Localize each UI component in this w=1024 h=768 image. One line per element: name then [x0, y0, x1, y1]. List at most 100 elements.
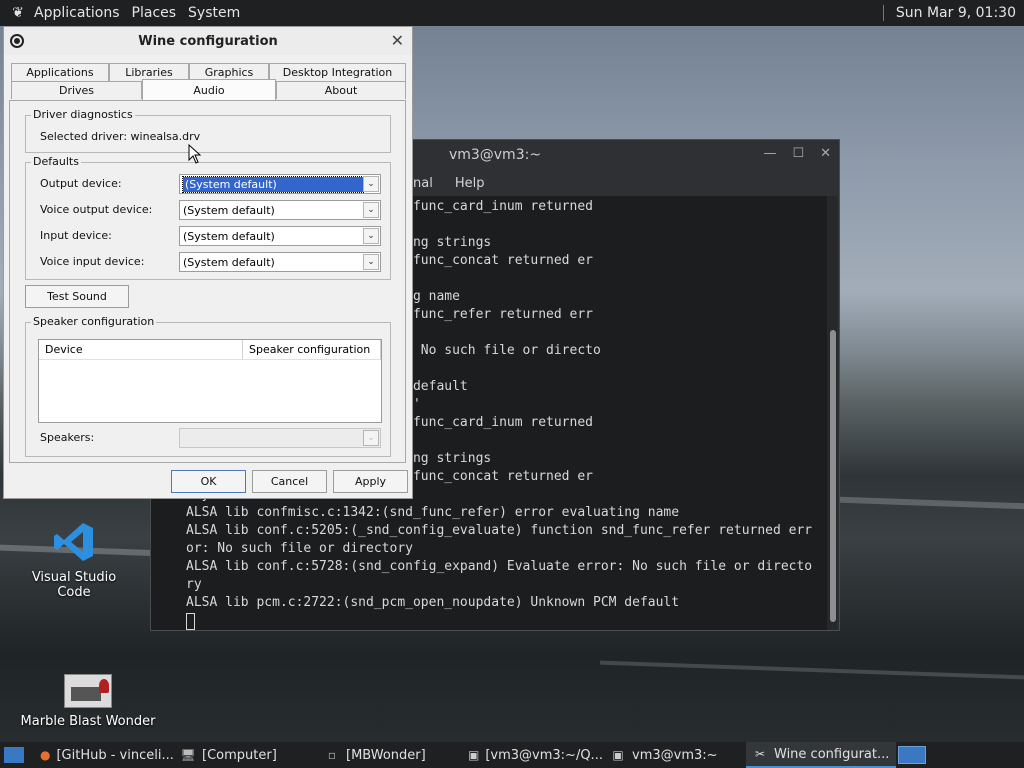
computer-icon: 🖥 [180, 748, 196, 762]
terminal-icon: ▣ [612, 748, 624, 762]
chevron-down-icon[interactable]: ⌄ [363, 228, 379, 244]
cancel-button[interactable]: Cancel [252, 470, 327, 493]
bottom-taskbar: ● [GitHub - vinceli... 🖥 [Computer] ▫ [MBWond… [0, 742, 1024, 768]
terminal-menu-help[interactable]: Help [455, 176, 485, 191]
panel-menu: ❦ Applications Places System [0, 0, 246, 26]
output-device-label: Output device: [40, 177, 122, 190]
workspace-switcher[interactable] [898, 746, 926, 764]
terminal-icon: ▣ [468, 748, 480, 762]
close-icon[interactable]: ✕ [391, 31, 404, 50]
taskbar-item-label: [MBWonder] [346, 747, 426, 763]
marble-blast-icon [64, 674, 112, 708]
taskbar-item[interactable]: ● [GitHub - vinceli... [34, 742, 174, 768]
ok-button[interactable]: OK [171, 470, 246, 493]
terminal-cursor [186, 613, 195, 630]
input-device-value: (System default) [183, 229, 275, 243]
taskbar-item[interactable]: 🖥 [Computer] [174, 742, 318, 768]
desktop-icon-vscode[interactable]: Visual Studio Code [14, 520, 134, 600]
voice-output-device-value: (System default) [183, 203, 275, 217]
mouse-pointer-icon [188, 144, 202, 164]
tab-drives[interactable]: Drives [11, 81, 142, 99]
input-device-label: Input device: [40, 229, 112, 242]
tab-desktop-integration[interactable]: Desktop Integration [269, 63, 406, 81]
input-device-select[interactable]: (System default) ⌄ [179, 226, 381, 246]
desktop-icon [4, 747, 24, 763]
voice-input-device-select[interactable]: (System default) ⌄ [179, 252, 381, 272]
terminal-line: or: No such file or directory [186, 541, 413, 556]
taskbar-item-label: [GitHub - vinceli... [56, 747, 174, 763]
apply-button[interactable]: Apply [333, 470, 408, 493]
desktop-icon-marble-blast[interactable]: Marble Blast Wonder [20, 674, 156, 729]
close-icon[interactable]: ✕ [820, 146, 831, 161]
taskbar-item-label: Wine configurat... [774, 746, 890, 762]
desktop-icon-label: Visual Studio Code [31, 570, 117, 600]
top-panel: ❦ Applications Places System Sun Mar 9, … [0, 0, 1024, 26]
terminal-line: ALSA lib confmisc.c:1342:(snd_func_refer… [186, 505, 680, 520]
wine-app-icon [10, 34, 24, 48]
app-icon: ▫ [327, 748, 337, 762]
driver-diagnostics-group: Driver diagnostics Selected driver: wine… [25, 108, 391, 153]
terminal-menu-terminal[interactable]: nal [413, 176, 433, 191]
task-list: ● [GitHub - vinceli... 🖥 [Computer] ▫ [MBWond… [34, 742, 896, 768]
chevron-down-icon[interactable]: ⌄ [363, 202, 379, 218]
terminal-line: ALSA lib pcm.c:2722:(snd_pcm_open_noupda… [186, 595, 680, 610]
speakers-select[interactable]: ⌄ [179, 428, 381, 448]
minimize-icon[interactable]: — [763, 146, 776, 161]
group-legend: Defaults [31, 155, 81, 168]
taskbar-item-label: [Computer] [202, 747, 277, 763]
speaker-device-list[interactable]: Device Speaker configuration [38, 339, 382, 423]
panel-right: Sun Mar 9, 01:30 [871, 0, 1024, 26]
wine-config-window[interactable]: Wine configuration ✕ Applications Librar… [3, 26, 413, 499]
voice-output-device-label: Voice output device: [40, 203, 153, 216]
places-menu[interactable]: Places [126, 5, 183, 21]
taskbar-item-label: vm3@vm3:~ [632, 747, 718, 763]
voice-output-device-select[interactable]: (System default) ⌄ [179, 200, 381, 220]
group-legend: Driver diagnostics [31, 108, 135, 121]
show-desktop-button[interactable] [0, 742, 34, 768]
selected-driver-text: Selected driver: winealsa.drv [40, 130, 201, 143]
clock[interactable]: Sun Mar 9, 01:30 [896, 5, 1024, 21]
terminal-title: vm3@vm3:~ [448, 147, 542, 163]
firefox-icon: ● [40, 748, 51, 762]
maximize-icon[interactable]: ☐ [792, 146, 804, 161]
tab-applications[interactable]: Applications [11, 63, 109, 81]
wine-titlebar[interactable]: Wine configuration ✕ [4, 27, 412, 55]
terminal-line: ALSA lib conf.c:5205:(_snd_config_evalua… [186, 523, 813, 538]
column-header-device[interactable]: Device [39, 340, 243, 359]
terminal-scrollbar-thumb[interactable] [830, 330, 836, 622]
output-device-value: (System default) [182, 175, 364, 193]
output-device-select[interactable]: (System default) ⌄ [179, 174, 381, 194]
taskbar-item[interactable]: ▫ [MBWonder] [318, 742, 462, 768]
wine-tools-icon: ✂ [754, 747, 766, 761]
system-menu[interactable]: System [182, 5, 246, 21]
vscode-icon [52, 520, 96, 564]
speakers-label: Speakers: [40, 431, 95, 444]
gnome-foot-icon[interactable]: ❦ [8, 3, 28, 23]
taskbar-item-label: [vm3@vm3:~/Q... [485, 747, 603, 763]
group-legend: Speaker configuration [31, 315, 157, 328]
desktop-streak [600, 660, 1024, 680]
terminal-window-buttons: — ☐ ✕ [763, 146, 831, 161]
defaults-group: Defaults Output device: (System default)… [25, 155, 391, 280]
chevron-down-icon: ⌄ [363, 430, 379, 446]
desktop-icon-label: Marble Blast Wonder [20, 714, 156, 729]
list-header: Device Speaker configuration [39, 340, 381, 360]
taskbar-item[interactable]: ▣ [vm3@vm3:~/Q... [462, 742, 604, 768]
terminal-line: ry [186, 577, 202, 592]
voice-input-device-label: Voice input device: [40, 255, 145, 268]
tab-about[interactable]: About [276, 81, 406, 99]
chevron-down-icon[interactable]: ⌄ [363, 254, 379, 270]
applications-menu[interactable]: Applications [28, 5, 126, 21]
wine-title: Wine configuration [138, 33, 278, 49]
taskbar-item[interactable]: ✂ Wine configurat... [746, 742, 896, 768]
desktop-streak [840, 496, 1024, 510]
column-header-speaker-config[interactable]: Speaker configuration [243, 340, 381, 359]
tab-audio[interactable]: Audio [142, 79, 276, 100]
voice-input-device-value: (System default) [183, 255, 275, 269]
chevron-down-icon[interactable]: ⌄ [363, 176, 379, 192]
terminal-cursor-line [186, 612, 827, 630]
test-sound-button[interactable]: Test Sound [25, 285, 129, 308]
panel-separator [882, 5, 884, 21]
audio-tab-panel: Driver diagnostics Selected driver: wine… [9, 100, 406, 463]
taskbar-item[interactable]: ▣ vm3@vm3:~ [604, 742, 746, 768]
